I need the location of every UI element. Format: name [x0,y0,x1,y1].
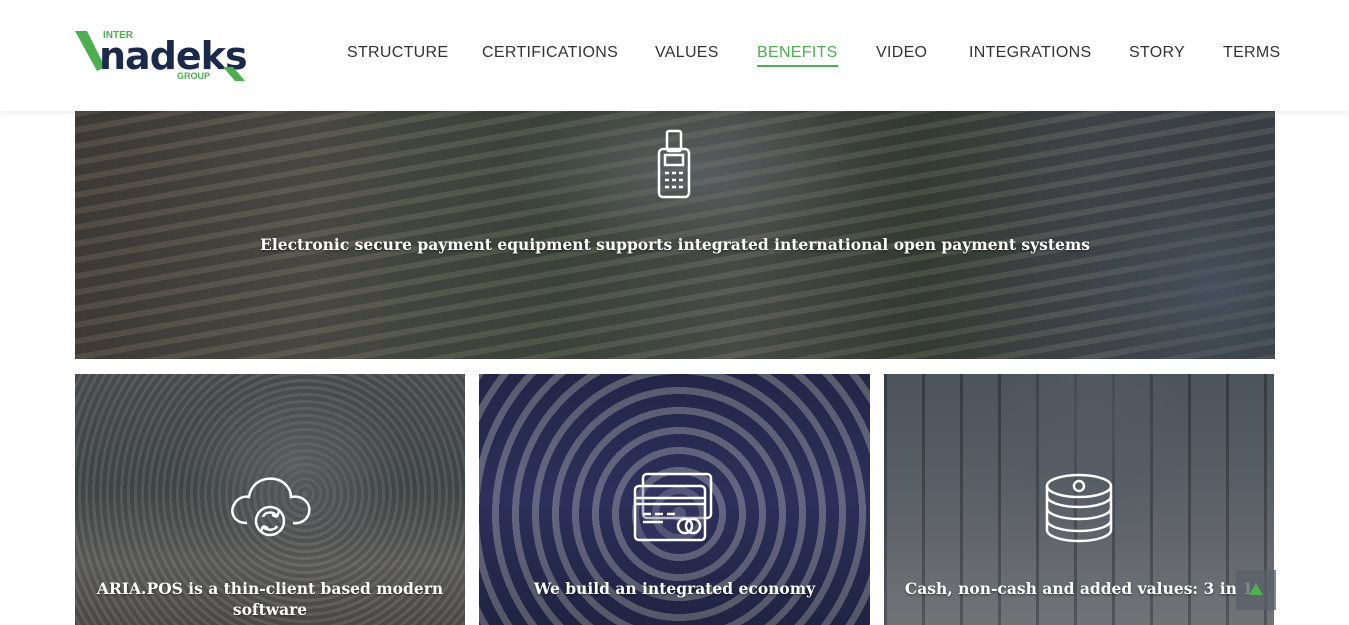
pos-terminal-icon [657,129,691,203]
scroll-to-top-button[interactable] [1236,570,1276,610]
nav-item-story[interactable]: STORY [1129,44,1185,62]
main-nav: STRUCTURE CERTIFICATIONS VALUES BENEFITS… [0,44,1349,67]
card-caption: ARIA.POS is a thin-client based modern s… [96,579,444,619]
nav-item-terms[interactable]: TERMS [1223,44,1281,62]
nav-item-values[interactable]: VALUES [655,44,719,62]
svg-text:GROUP: GROUP [177,71,210,81]
nav-item-benefits[interactable]: BENEFITS [757,44,838,67]
cloud-sync-icon [227,471,313,547]
benefit-card-three-in-one[interactable]: Cash, non-cash and added values: 3 in 1 [884,374,1274,625]
arrow-up-icon [1249,583,1263,595]
nav-item-integrations[interactable]: INTEGRATIONS [969,44,1091,62]
coin-stack-icon [1044,472,1114,548]
card-caption: We build an integrated economy [533,579,816,598]
nav-item-structure[interactable]: STRUCTURE [347,44,448,62]
benefit-hero-tile[interactable]: Electronic secure payment equipment supp… [75,111,1275,359]
nav-item-video[interactable]: VIDEO [876,44,927,62]
site-header: INTER nadeks GROUP STRUCTURE CERTIFICATI… [0,0,1349,111]
credit-cards-icon [633,472,715,548]
benefit-card-integrated-economy[interactable]: We build an integrated economy [479,374,870,625]
benefit-card-aria-pos[interactable]: ARIA.POS is a thin-client based modern s… [75,374,465,625]
nav-item-certifications[interactable]: CERTIFICATIONS [482,44,618,62]
hero-caption: Electronic secure payment equipment supp… [260,235,1090,254]
card-caption: Cash, non-cash and added values: 3 in 1 [904,579,1254,598]
